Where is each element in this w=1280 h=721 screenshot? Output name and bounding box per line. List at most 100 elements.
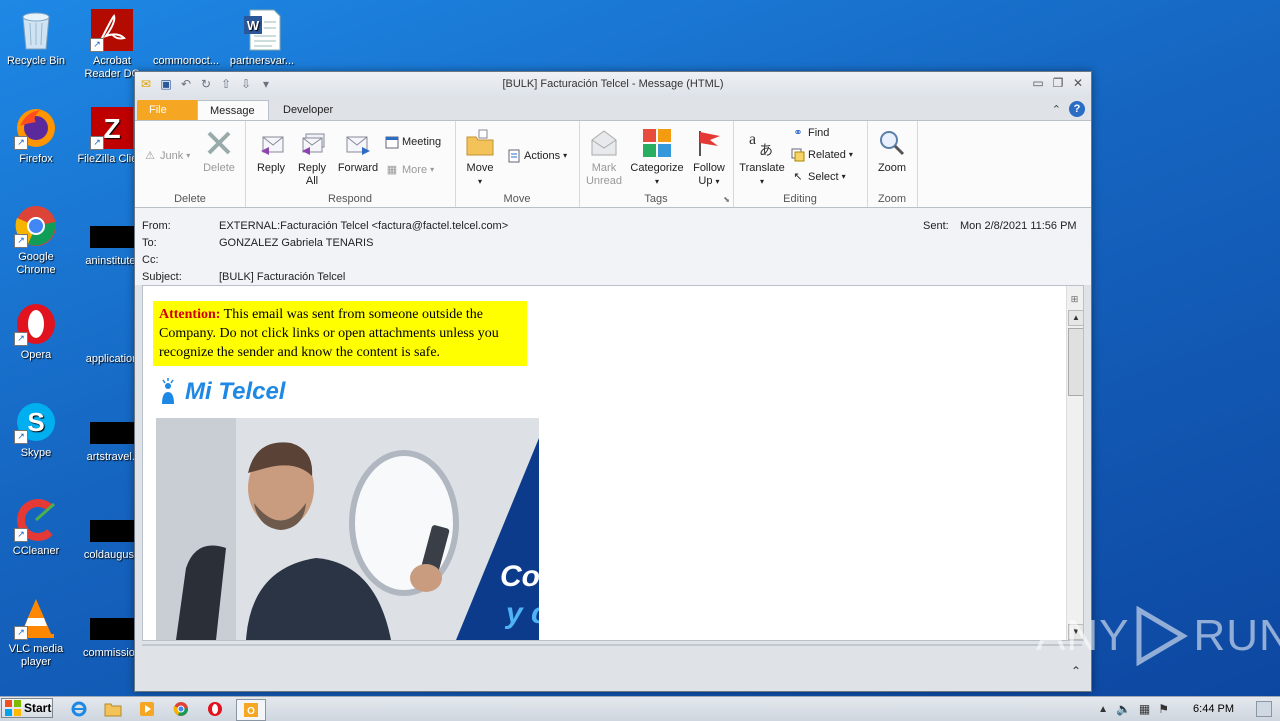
actions-button[interactable]: Actions ▾ <box>507 147 567 165</box>
junk-label: Junk <box>160 150 184 162</box>
people-pane-divider[interactable] <box>142 644 1082 646</box>
forward-icon <box>342 127 374 159</box>
show-desktop-button[interactable] <box>1256 701 1272 717</box>
telcel-person-icon <box>162 378 174 404</box>
mark-unread-button[interactable]: Mark Unread <box>583 125 625 188</box>
close-icon[interactable]: ✕ <box>1071 76 1085 90</box>
taskbar-chrome-icon[interactable] <box>170 699 192 719</box>
file-icon <box>90 422 134 444</box>
message-body: Attention: This email was sent from some… <box>142 285 1084 641</box>
more-respond-button[interactable]: ▦ More ▾ <box>385 161 434 179</box>
action-center-flag-icon[interactable]: ⚑ <box>1158 702 1169 716</box>
from-label: From: <box>142 220 171 232</box>
desktop-icon-vlc[interactable]: ↗ VLC media player <box>0 596 72 669</box>
desktop-icon-chrome[interactable]: ↗ Google Chrome <box>0 204 72 277</box>
ccleaner-icon: ↗ <box>14 498 58 542</box>
mark-unread-label-1: Mark <box>591 162 617 174</box>
to-value[interactable]: GONZALEZ Gabriela TENARIS <box>219 237 373 249</box>
minimize-icon[interactable]: ▭ <box>1031 76 1045 90</box>
junk-button[interactable]: ⚠ Junk ▾ <box>143 147 190 165</box>
vertical-scrollbar[interactable]: ⊞ ▲ ▼ <box>1066 286 1083 640</box>
reply-all-button[interactable]: Reply All <box>293 125 331 188</box>
categorize-button[interactable]: Categorize ▾ <box>629 125 685 188</box>
to-label: To: <box>142 237 157 249</box>
move-folder-icon <box>464 127 496 159</box>
delete-label: Delete <box>203 162 235 174</box>
ribbon-group-label: Tags <box>644 193 668 205</box>
taskbar-media-player-icon[interactable] <box>136 699 158 719</box>
promo-banner-image[interactable]: Co y c <box>156 418 539 640</box>
follow-up-button[interactable]: Follow Up ▾ <box>689 125 729 188</box>
cursor-icon: ↖ <box>793 171 803 183</box>
from-value[interactable]: EXTERNAL:Facturación Telcel <factura@fac… <box>219 220 508 232</box>
desktop-icon-partnersvar[interactable]: W partnersvar... <box>226 8 298 68</box>
help-icon[interactable]: ? <box>1069 101 1085 117</box>
binoculars-icon: ⚭ <box>793 127 803 139</box>
desktop-icon-opera[interactable]: ↗ Opera <box>0 302 72 362</box>
reply-button[interactable]: Reply <box>253 125 289 175</box>
move-button[interactable]: Move ▾ <box>461 125 499 188</box>
reply-label: Reply <box>256 162 286 174</box>
clock[interactable]: 6:44 PM <box>1193 703 1234 715</box>
desktop-icon-commonoct[interactable]: commonoct... <box>150 8 222 68</box>
forward-button[interactable]: Forward <box>335 125 381 175</box>
tray-expand-icon[interactable]: ▲ <box>1098 704 1108 715</box>
desktop-icon-skype[interactable]: S ↗ Skype <box>0 400 72 460</box>
ribbon-group-move: Move ▾ Actions ▾ Move <box>455 121 580 207</box>
scrollbar-thumb[interactable] <box>1068 328 1083 396</box>
desktop-icon-firefox[interactable]: ↗ Firefox <box>0 106 72 166</box>
file-icon <box>90 520 134 542</box>
desktop-icon-recycle-bin[interactable]: Recycle Bin <box>0 8 72 68</box>
file-icon <box>90 324 134 346</box>
find-button[interactable]: ⚭ Find <box>791 124 829 142</box>
taskbar-outlook-icon[interactable]: O <box>236 699 266 721</box>
taskbar-ie-icon[interactable] <box>68 699 90 719</box>
volume-icon[interactable]: 🔈 <box>1116 702 1131 716</box>
meeting-label: Meeting <box>402 136 442 148</box>
translate-button[interactable]: aあ Translate ▾ <box>737 125 787 188</box>
svg-text:Z: Z <box>103 113 120 144</box>
start-button[interactable]: Start <box>1 698 53 718</box>
follow-up-label-2-wrap: Up ▾ <box>689 175 729 188</box>
find-label: Find <box>808 127 830 139</box>
reply-all-label-2: All <box>305 175 319 187</box>
vlc-icon: ↗ <box>14 596 58 640</box>
taskbar-explorer-icon[interactable] <box>102 699 124 719</box>
meeting-button[interactable]: Meeting <box>385 133 441 151</box>
svg-text:あ: あ <box>759 143 773 158</box>
scrollbar-menu-icon[interactable]: ⊞ <box>1069 294 1080 305</box>
delete-button[interactable]: Delete <box>199 125 239 175</box>
desktop-icon-label: Skype <box>20 447 52 459</box>
windows-logo-icon <box>5 700 21 716</box>
related-button[interactable]: Related ▾ <box>791 146 853 164</box>
recycle-bin-icon <box>14 8 58 52</box>
tab-developer[interactable]: Developer <box>271 100 345 120</box>
svg-text:W: W <box>247 18 260 33</box>
svg-text:S: S <box>27 407 44 437</box>
tab-file[interactable]: File <box>137 100 201 120</box>
logo-text: Mi Telcel <box>185 378 286 405</box>
expand-people-pane-icon[interactable]: ⌃ <box>1071 664 1081 678</box>
select-label: Select <box>808 171 839 183</box>
taskbar: Start O ▲ 🔈 ▦ ⚑ 6:44 PM <box>0 696 1280 721</box>
taskbar-opera-icon[interactable] <box>204 699 226 719</box>
collapse-ribbon-icon[interactable]: ⌃ <box>1052 103 1061 116</box>
network-icon[interactable]: ▦ <box>1139 702 1150 716</box>
desktop-icon-ccleaner[interactable]: ↗ CCleaner <box>0 498 72 558</box>
dialog-launcher-icon[interactable]: ⬊ <box>723 195 730 204</box>
chevron-down-icon: ▾ <box>841 172 846 181</box>
tab-message[interactable]: Message <box>197 100 269 121</box>
zoom-button[interactable]: Zoom <box>873 125 911 175</box>
scroll-up-button[interactable]: ▲ <box>1068 310 1083 326</box>
move-label: Move <box>466 162 494 174</box>
desktop-icon-label: VLC media player <box>8 643 64 668</box>
play-logo-icon <box>1136 606 1189 666</box>
select-button[interactable]: ↖ Select ▾ <box>791 168 846 186</box>
chevron-down-icon: ▾ <box>563 151 568 160</box>
reply-all-icon <box>296 127 328 159</box>
window-title: [BULK] Facturación Telcel - Message (HTM… <box>502 78 724 90</box>
maximize-icon[interactable]: ❐ <box>1051 76 1065 90</box>
ribbon-group-label: Move <box>503 193 531 205</box>
title-bar: ✉ ▣ ↶ ↻ ⇧ ⇩ ▾ [BULK] Facturación Telcel … <box>135 72 1091 98</box>
watermark-text-right: RUN <box>1193 611 1280 660</box>
